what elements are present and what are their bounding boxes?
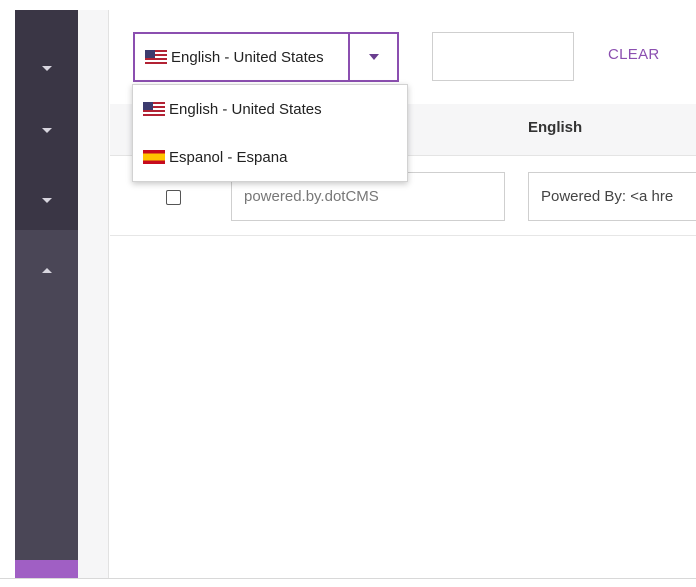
us-flag-icon: [143, 102, 165, 116]
clear-button[interactable]: CLEAR: [608, 46, 660, 63]
row-checkbox[interactable]: [166, 190, 181, 205]
language-option-spanish[interactable]: Espanol - Espana: [133, 133, 409, 181]
search-input[interactable]: [432, 32, 574, 81]
sidebar-item-3[interactable]: [15, 185, 78, 215]
language-select-value[interactable]: English - United States: [135, 34, 350, 80]
language-option-label: English - United States: [169, 100, 322, 118]
language-option-english[interactable]: English - United States: [133, 85, 409, 133]
sidebar: [15, 10, 78, 578]
chevron-down-icon: [41, 127, 52, 133]
language-select-toggle[interactable]: [350, 34, 397, 80]
language-option-label: Espanol - Espana: [169, 148, 288, 166]
language-dropdown: English - United States Espanol - Espana: [132, 84, 408, 182]
frame-top: [0, 0, 696, 10]
sidebar-item-4[interactable]: [15, 255, 78, 285]
chevron-up-icon: [41, 267, 52, 273]
sidebar-item-1[interactable]: [15, 53, 78, 83]
chevron-down-icon: [41, 197, 52, 203]
english-value-input[interactable]: Powered By: <a hre: [528, 172, 696, 221]
spain-flag-icon: [143, 150, 165, 164]
language-select[interactable]: English - United States: [133, 32, 399, 82]
main-content: English - United States CLEAR English po…: [110, 10, 696, 578]
chevron-down-icon: [41, 65, 52, 71]
language-select-label: English - United States: [171, 48, 324, 66]
chevron-down-icon: [368, 54, 379, 60]
frame-bottom: [0, 578, 696, 587]
sidebar-item-2[interactable]: [15, 115, 78, 145]
us-flag-icon: [145, 50, 167, 64]
sidebar-gutter: [78, 10, 109, 578]
sidebar-accent-bar: [15, 560, 78, 578]
column-header-english: English: [528, 119, 583, 136]
